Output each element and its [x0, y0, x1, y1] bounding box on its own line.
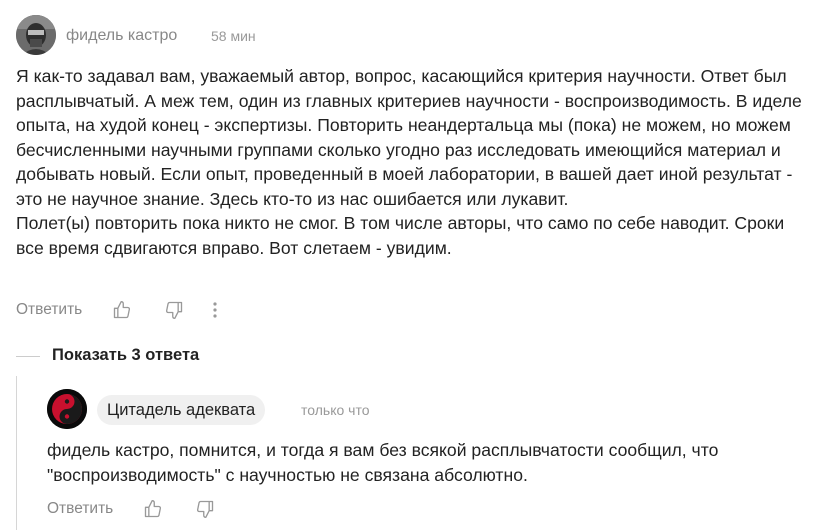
- reply-button[interactable]: Ответить: [47, 500, 113, 518]
- reply-actions: Ответить: [47, 498, 215, 520]
- reply-author[interactable]: Цитадель адеквата: [97, 395, 266, 425]
- thread-vertical-line: [16, 376, 17, 530]
- thumbs-up-icon[interactable]: [112, 300, 132, 320]
- comment-timestamp: 58 мин: [211, 28, 256, 44]
- comment-body: Я как-то задавал вам, уважаемый автор, в…: [16, 64, 816, 260]
- thumbs-down-icon[interactable]: [195, 499, 215, 519]
- reply-avatar[interactable]: [47, 389, 87, 429]
- reply-timestamp: только что: [301, 402, 370, 418]
- comment-paragraph: Полет(ы) повторить пока никто не смог. В…: [16, 213, 785, 258]
- thumbs-up-icon[interactable]: [143, 499, 163, 519]
- comment-actions: Ответить: [16, 299, 218, 321]
- comment-paragraph: Я как-то задавал вам, уважаемый автор, в…: [16, 66, 802, 209]
- reply-body: фидель кастро, помнится, и тогда я вам б…: [47, 440, 719, 485]
- show-replies-button[interactable]: Показать 3 ответа: [52, 346, 199, 365]
- more-vertical-icon[interactable]: [212, 301, 218, 319]
- reply-button[interactable]: Ответить: [16, 301, 82, 319]
- user-avatar-icon: [16, 15, 56, 55]
- thumbs-down-icon[interactable]: [164, 300, 184, 320]
- avatar[interactable]: [16, 15, 56, 55]
- thread-divider: [16, 356, 40, 357]
- comment-author[interactable]: фидель кастро: [66, 27, 177, 45]
- yin-yang-icon: [47, 389, 87, 429]
